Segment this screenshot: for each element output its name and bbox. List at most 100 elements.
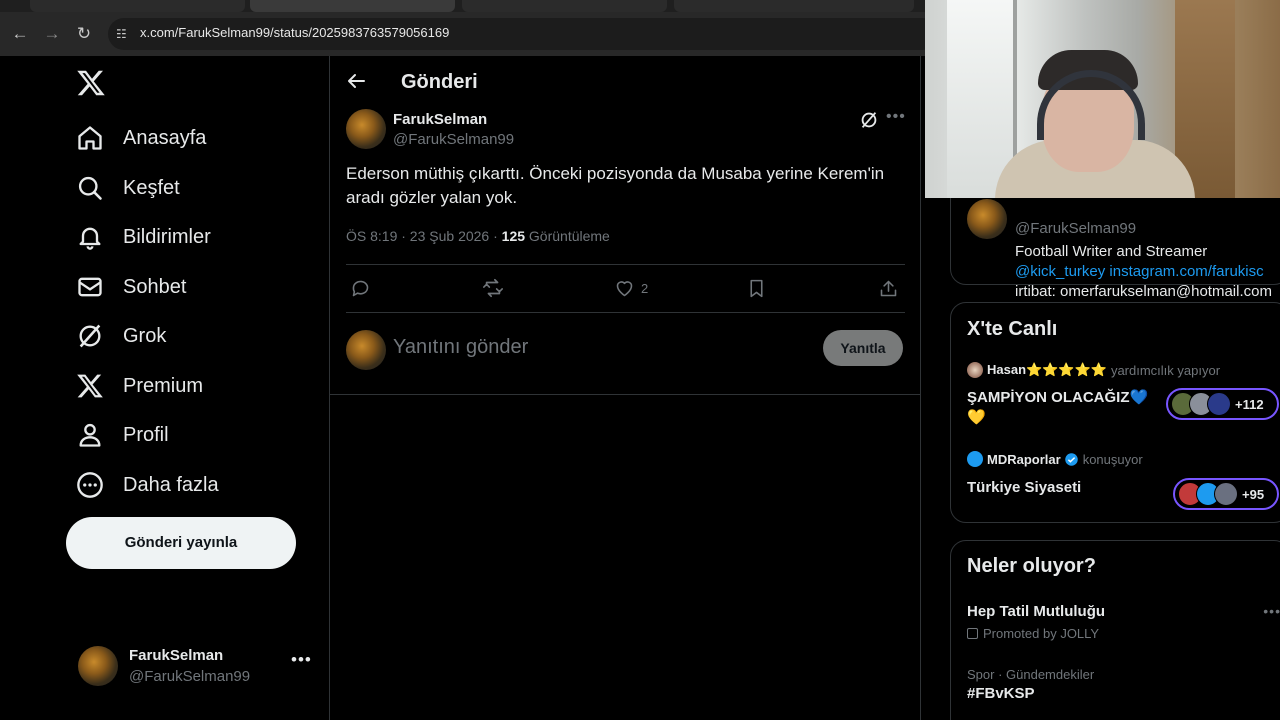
- avatar: [1207, 392, 1231, 416]
- post-author-name[interactable]: FarukSelman: [393, 111, 487, 128]
- post-button[interactable]: Gönderi yayınla: [66, 517, 296, 569]
- page-title: Gönderi: [401, 71, 478, 93]
- view-count: 125: [501, 228, 526, 244]
- post-avatar[interactable]: [346, 109, 386, 149]
- more-dots-icon[interactable]: •••: [291, 650, 312, 670]
- divider: [330, 394, 920, 395]
- avatar: [967, 362, 983, 378]
- live-user-name: Hasan⭐⭐⭐⭐⭐: [987, 362, 1107, 377]
- sidebar-item-label: Keşfet: [123, 176, 180, 199]
- address-bar[interactable]: ☷ x.com/FarukSelman99/status/20259837635…: [108, 18, 938, 50]
- sidebar-item-label: Sohbet: [123, 275, 187, 298]
- browser-tab[interactable]: [30, 0, 245, 12]
- trend-title[interactable]: Hep Tatil Mutluluğu: [967, 603, 1105, 620]
- trends-card: Neler oluyor? Hep Tatil Mutluluğu Promot…: [950, 540, 1280, 720]
- profile-handle[interactable]: @FarukSelman99: [1015, 220, 1136, 237]
- left-sidebar: Anasayfa Keşfet Bildirimler Sohbet Grok …: [0, 56, 330, 720]
- post-text: Ederson müthiş çıkarttı. Önceki pozisyon…: [346, 164, 885, 207]
- share-button[interactable]: [878, 276, 899, 300]
- live-user-status: yardımcılık yapıyor: [1110, 362, 1221, 378]
- post-meta: ÖS 8:19 · 23 Şub 2026 · 125 Görüntüleme: [346, 228, 610, 244]
- account-name: FarukSelman: [129, 647, 224, 664]
- live-host[interactable]: MDRaporlar konuşuyor: [967, 451, 1143, 467]
- live-card: X'te Canlı Hasan⭐⭐⭐⭐⭐ yardımcılık yapıyo…: [950, 302, 1280, 523]
- trend-promoted: Promoted by JOLLY: [967, 626, 1099, 641]
- more-dots-icon[interactable]: •••: [1263, 603, 1280, 619]
- profile-bio: Football Writer and Streamer: [1015, 243, 1208, 260]
- post-author-handle[interactable]: @FarukSelman99: [393, 131, 514, 148]
- more-circle-icon: [77, 472, 103, 498]
- sidebar-item-label: Bildirimler: [123, 225, 211, 248]
- sidebar-item-label: Daha fazla: [123, 473, 219, 496]
- avatar: [967, 451, 983, 467]
- sidebar-item-label: Premium: [123, 374, 204, 397]
- browser-tab[interactable]: [250, 0, 455, 12]
- x-logo-icon[interactable]: [76, 68, 106, 98]
- x-logo-icon: [77, 374, 103, 398]
- live-user-name: MDRaporlar: [987, 451, 1061, 467]
- live-listeners[interactable]: +95: [1173, 478, 1279, 510]
- browser-tab[interactable]: [674, 0, 914, 12]
- browser-tab[interactable]: [462, 0, 667, 12]
- sidebar-item-messages[interactable]: Sohbet: [76, 267, 186, 307]
- reply-submit-button[interactable]: Yanıtla: [823, 330, 903, 366]
- live-space-title-text: ŞAMPİYON OLACAĞIZ💙: [967, 389, 1149, 406]
- post-timestamp[interactable]: ÖS 8:19 · 23 Şub 2026 ·: [346, 228, 502, 244]
- live-space-title[interactable]: Türkiye Siyaseti: [967, 478, 1081, 498]
- more-dots-icon[interactable]: •••: [886, 108, 906, 126]
- divider: [346, 264, 905, 265]
- sidebar-item-profile[interactable]: Profil: [76, 415, 169, 455]
- trend-category: Spor · Gündemdekiler: [967, 667, 1095, 682]
- back-arrow-icon[interactable]: [344, 69, 368, 93]
- promoted-icon: [967, 628, 978, 639]
- webcam-overlay: [925, 0, 1280, 198]
- like-button[interactable]: 2: [614, 276, 648, 300]
- sidebar-item-label: Profil: [123, 423, 169, 446]
- live-space-title[interactable]: ŞAMPİYON OLACAĞIZ💙 💛: [967, 388, 1148, 428]
- grok-icon[interactable]: [858, 109, 880, 131]
- avatar: [78, 646, 118, 686]
- repost-icon: [483, 278, 503, 298]
- like-count: 2: [641, 280, 649, 296]
- sidebar-item-grok[interactable]: Grok: [76, 316, 166, 356]
- sidebar-item-label: Anasayfa: [123, 126, 207, 149]
- reply-input[interactable]: Yanıtını gönder: [393, 336, 528, 359]
- search-icon: [78, 176, 102, 200]
- listener-count: +95: [1242, 486, 1265, 502]
- sidebar-item-premium[interactable]: Premium: [76, 366, 203, 406]
- live-user-status: konuşuyor: [1082, 451, 1143, 467]
- reload-icon[interactable]: ↻: [72, 22, 96, 46]
- back-icon[interactable]: ←: [8, 22, 32, 46]
- forward-icon[interactable]: →: [40, 22, 64, 46]
- sidebar-item-more[interactable]: Daha fazla: [76, 465, 219, 505]
- verified-badge-icon: [1064, 452, 1078, 466]
- avatar: [1214, 482, 1238, 506]
- sidebar-item-explore[interactable]: Keşfet: [76, 168, 180, 208]
- sidebar-item-home[interactable]: Anasayfa: [76, 118, 206, 158]
- live-listeners[interactable]: +112: [1166, 388, 1279, 420]
- bell-icon: [79, 227, 101, 250]
- mail-icon: [78, 277, 102, 297]
- view-label: Görüntüleme: [525, 228, 610, 244]
- trend-title[interactable]: #FBvKSP: [967, 685, 1035, 702]
- bookmark-button[interactable]: [746, 276, 767, 300]
- sidebar-item-notifications[interactable]: Bildirimler: [76, 217, 211, 257]
- account-handle: @FarukSelman99: [129, 668, 251, 685]
- avatar: [346, 330, 386, 370]
- divider: [346, 312, 905, 313]
- url-text[interactable]: x.com/FarukSelman99/status/2025983763579…: [140, 25, 449, 40]
- live-space-title-emoji: 💛: [967, 409, 986, 426]
- browser-toolbar: ← → ↻ ☷ x.com/FarukSelman99/status/20259…: [0, 12, 938, 56]
- trends-title: Neler oluyor?: [967, 555, 1096, 577]
- profile-links[interactable]: @kick_turkey instagram.com/farukisc: [1015, 263, 1264, 280]
- repost-button[interactable]: [482, 276, 504, 300]
- sidebar-item-label: Grok: [123, 324, 167, 347]
- site-info-icon[interactable]: ☷: [116, 26, 132, 42]
- reply-button[interactable]: [350, 276, 371, 300]
- profile-contact: irtibat: omerfarukselman@hotmail.com: [1015, 283, 1272, 300]
- listener-count: +112: [1235, 396, 1264, 412]
- live-host[interactable]: Hasan⭐⭐⭐⭐⭐ yardımcılık yapıyor: [967, 362, 1220, 378]
- bookmark-icon: [750, 279, 763, 297]
- browser-tab-strip: [0, 0, 925, 12]
- account-switcher[interactable]: FarukSelman @FarukSelman99 •••: [76, 644, 316, 688]
